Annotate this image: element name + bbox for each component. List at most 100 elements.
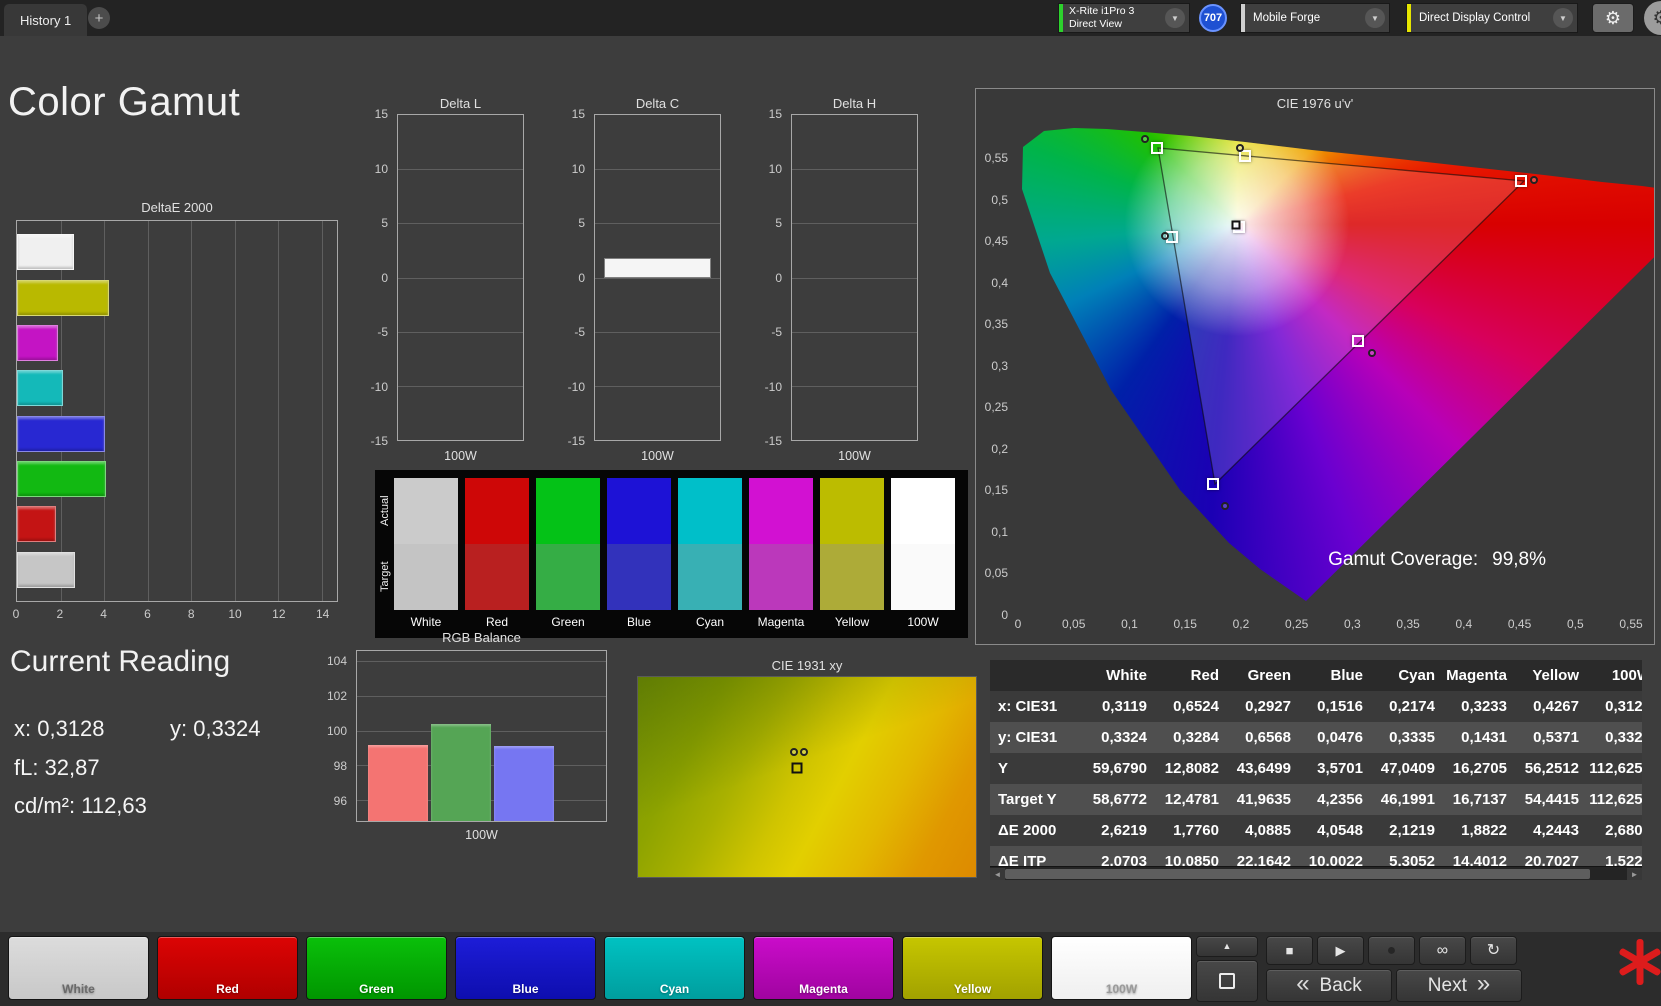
- chevron-down-icon[interactable]: ▼: [1553, 8, 1573, 28]
- x-axis-label: 100W: [838, 449, 871, 463]
- chart-plot: [594, 114, 721, 441]
- y-tick-label: 10: [571, 161, 585, 176]
- row-label: ΔE 2000: [998, 822, 1057, 839]
- rgb-bar-blue: [494, 746, 554, 821]
- x-tick-label: 8: [187, 607, 195, 621]
- partial-toolbar-button[interactable]: ⚙: [1644, 1, 1661, 35]
- patch-button-yellow[interactable]: Yellow: [902, 936, 1043, 1000]
- calibration-alert-icon: [1612, 934, 1661, 990]
- table-horizontal-scrollbar[interactable]: ◄ ►: [990, 866, 1642, 880]
- add-tab-button[interactable]: +: [88, 7, 110, 29]
- x-tick-label: 0,15: [1173, 617, 1197, 631]
- back-chevrons-icon: «: [1296, 970, 1310, 997]
- y-axis: 15 10 5 0 -5 -10 -15: [361, 107, 393, 448]
- chart-plot: [397, 114, 524, 441]
- next-button[interactable]: Next »: [1396, 969, 1522, 1002]
- patch-actual-swatch: [820, 478, 884, 544]
- y-tick-label: -15: [764, 434, 782, 448]
- patch-target-swatch: [394, 544, 458, 610]
- reading-y: y: 0,3324: [170, 716, 261, 741]
- record-button[interactable]: ●: [1368, 936, 1415, 965]
- y-tick-label: 98: [333, 758, 347, 773]
- measurement-count-badge[interactable]: 707: [1199, 4, 1227, 32]
- refresh-button[interactable]: ↻: [1470, 936, 1517, 965]
- current-reading-title: Current Reading: [10, 645, 231, 678]
- meter-dropdown[interactable]: X-Rite i1Pro 3 Direct View ▼: [1058, 3, 1190, 33]
- scroll-left-button[interactable]: ◄: [990, 868, 1005, 880]
- patch-button-white[interactable]: White: [8, 936, 149, 1000]
- cie-1976-title: CIE 1976 u'v': [1276, 96, 1354, 111]
- patch-button-magenta[interactable]: Magenta: [753, 936, 894, 1000]
- patch-columns: White Red Green Blue Cyan Magenta Yellow 100W: [394, 478, 955, 634]
- gridline: [792, 223, 917, 225]
- value-cell: 0,1431: [1461, 729, 1507, 746]
- bar-row: [17, 324, 337, 361]
- back-button[interactable]: « Back: [1266, 969, 1392, 1002]
- chart-title: Delta L: [439, 96, 482, 111]
- x-tick-label: 0,5: [1566, 617, 1584, 631]
- value-cell: 12,4781: [1164, 791, 1219, 808]
- pattern-source-dropdown[interactable]: Mobile Forge ▼: [1240, 3, 1390, 33]
- delta-bar: [603, 258, 712, 278]
- y-tick-label: 0: [1001, 608, 1008, 622]
- y-tick-label: 0: [381, 270, 388, 285]
- delta-e-bar-blue: [17, 415, 106, 452]
- gridline: [595, 277, 720, 279]
- gridline: [398, 169, 523, 171]
- value-cell: 0,6524: [1173, 698, 1219, 715]
- display-control-name: Direct Display Control: [1419, 12, 1531, 24]
- y-tick-label: 0,55: [984, 151, 1008, 166]
- corner-cell: [990, 660, 1082, 691]
- next-chevrons-icon: »: [1476, 970, 1491, 997]
- patch-column-magenta: Magenta: [749, 478, 813, 634]
- patch-button-cyan[interactable]: Cyan: [604, 936, 745, 1000]
- value-cell: 0,3335: [1389, 729, 1435, 746]
- chevron-down-icon[interactable]: ▼: [1365, 8, 1385, 28]
- gamut-coverage-label: Gamut Coverage:: [1328, 549, 1479, 570]
- cie-1976-diagram: Gamut Coverage: 99,8%: [1018, 111, 1654, 615]
- results-table: White Red Green Blue Cyan Magenta Yellow 100W x…: [990, 660, 1642, 880]
- patch-column-yellow: Yellow: [820, 478, 884, 634]
- column-header: Yellow: [1532, 667, 1579, 684]
- patch-button-label: Yellow: [953, 982, 992, 996]
- table-row: Target Y 58,6772 12,4781 41,9635 4,2356 46,19…: [990, 784, 1642, 815]
- value-cell: 3,5701: [1317, 760, 1363, 777]
- patch-button-100w[interactable]: 100W: [1051, 936, 1192, 1000]
- tab-history-1[interactable]: History 1: [4, 4, 88, 36]
- scrollbar-thumb[interactable]: [1005, 869, 1590, 879]
- patch-button-blue[interactable]: Blue: [455, 936, 596, 1000]
- play-button[interactable]: ▶: [1317, 936, 1364, 965]
- link-button[interactable]: ∞: [1419, 936, 1466, 965]
- value-cell: 0,3128: [1605, 698, 1642, 715]
- patch-target-swatch: [749, 544, 813, 610]
- patch-target-swatch: [607, 544, 671, 610]
- patch-button-label: Blue: [512, 982, 539, 996]
- chart-title: Delta H: [832, 96, 877, 111]
- cie-y-axis: 0 0,05 0,1 0,15 0,2 0,25 0,3 0,35 0,4 0,45 0,5 0,55: [976, 111, 1014, 622]
- settings-button[interactable]: ⚙: [1592, 3, 1634, 33]
- delta-e-bar-white: [17, 234, 75, 271]
- value-cell: 4,2356: [1317, 791, 1363, 808]
- patch-button-red[interactable]: Red: [157, 936, 298, 1000]
- y-tick-label: 0: [775, 270, 782, 285]
- chevron-down-icon[interactable]: ▼: [1165, 8, 1185, 28]
- meter-mode: Direct View: [1069, 18, 1122, 30]
- pattern-window-up-button[interactable]: ▲: [1196, 936, 1258, 957]
- chart-title: Delta C: [635, 96, 680, 111]
- pattern-window-button[interactable]: [1196, 960, 1258, 1002]
- measured-marker-cyan: [1161, 231, 1170, 240]
- delta-e-bar-yellow: [17, 279, 110, 316]
- value-cell: 0,3233: [1461, 698, 1507, 715]
- patch-button-green[interactable]: Green: [306, 936, 447, 1000]
- bar-row: [17, 415, 337, 452]
- patch-actual-swatch: [394, 478, 458, 544]
- patch-label: Magenta: [757, 615, 805, 629]
- patch-column-blue: Blue: [607, 478, 671, 634]
- scroll-right-button[interactable]: ►: [1627, 868, 1642, 880]
- y-tick-label: 0,15: [984, 483, 1008, 498]
- display-control-dropdown[interactable]: Direct Display Control ▼: [1406, 3, 1578, 33]
- meter-info: X-Rite i1Pro 3 Direct View: [1063, 5, 1165, 31]
- y-tick-label: 15: [768, 107, 782, 121]
- stop-button[interactable]: ■: [1266, 936, 1313, 965]
- window-square-icon: [1219, 973, 1235, 989]
